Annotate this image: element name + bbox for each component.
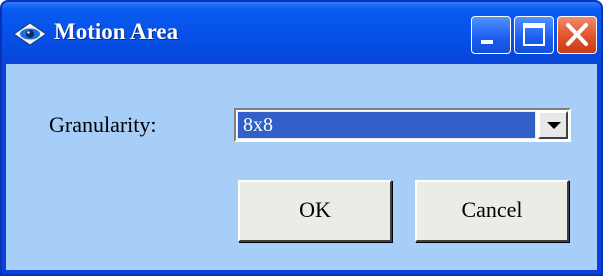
granularity-select[interactable]: 8x8 (234, 108, 571, 142)
close-icon (566, 23, 588, 46)
diamond-eye-icon (13, 22, 47, 46)
dropdown-button[interactable] (538, 111, 568, 139)
dialog-body: Granularity: 8x8 OK Cancel (6, 64, 597, 270)
cancel-button[interactable]: Cancel (415, 180, 569, 242)
maximize-button[interactable] (514, 16, 554, 54)
ok-button[interactable]: OK (238, 180, 392, 242)
granularity-selected-value[interactable]: 8x8 (237, 111, 536, 139)
minimize-icon (481, 40, 493, 44)
close-button[interactable] (557, 16, 597, 54)
chevron-down-icon (547, 122, 561, 129)
granularity-label: Granularity: (49, 112, 157, 137)
title-bar[interactable]: Motion Area (2, 2, 601, 64)
maximize-icon (523, 23, 545, 46)
motion-area-dialog: Motion Area Granularity: 8x8 OK Cancel (0, 0, 603, 276)
window-title: Motion Area (54, 19, 179, 44)
minimize-button[interactable] (471, 16, 511, 54)
